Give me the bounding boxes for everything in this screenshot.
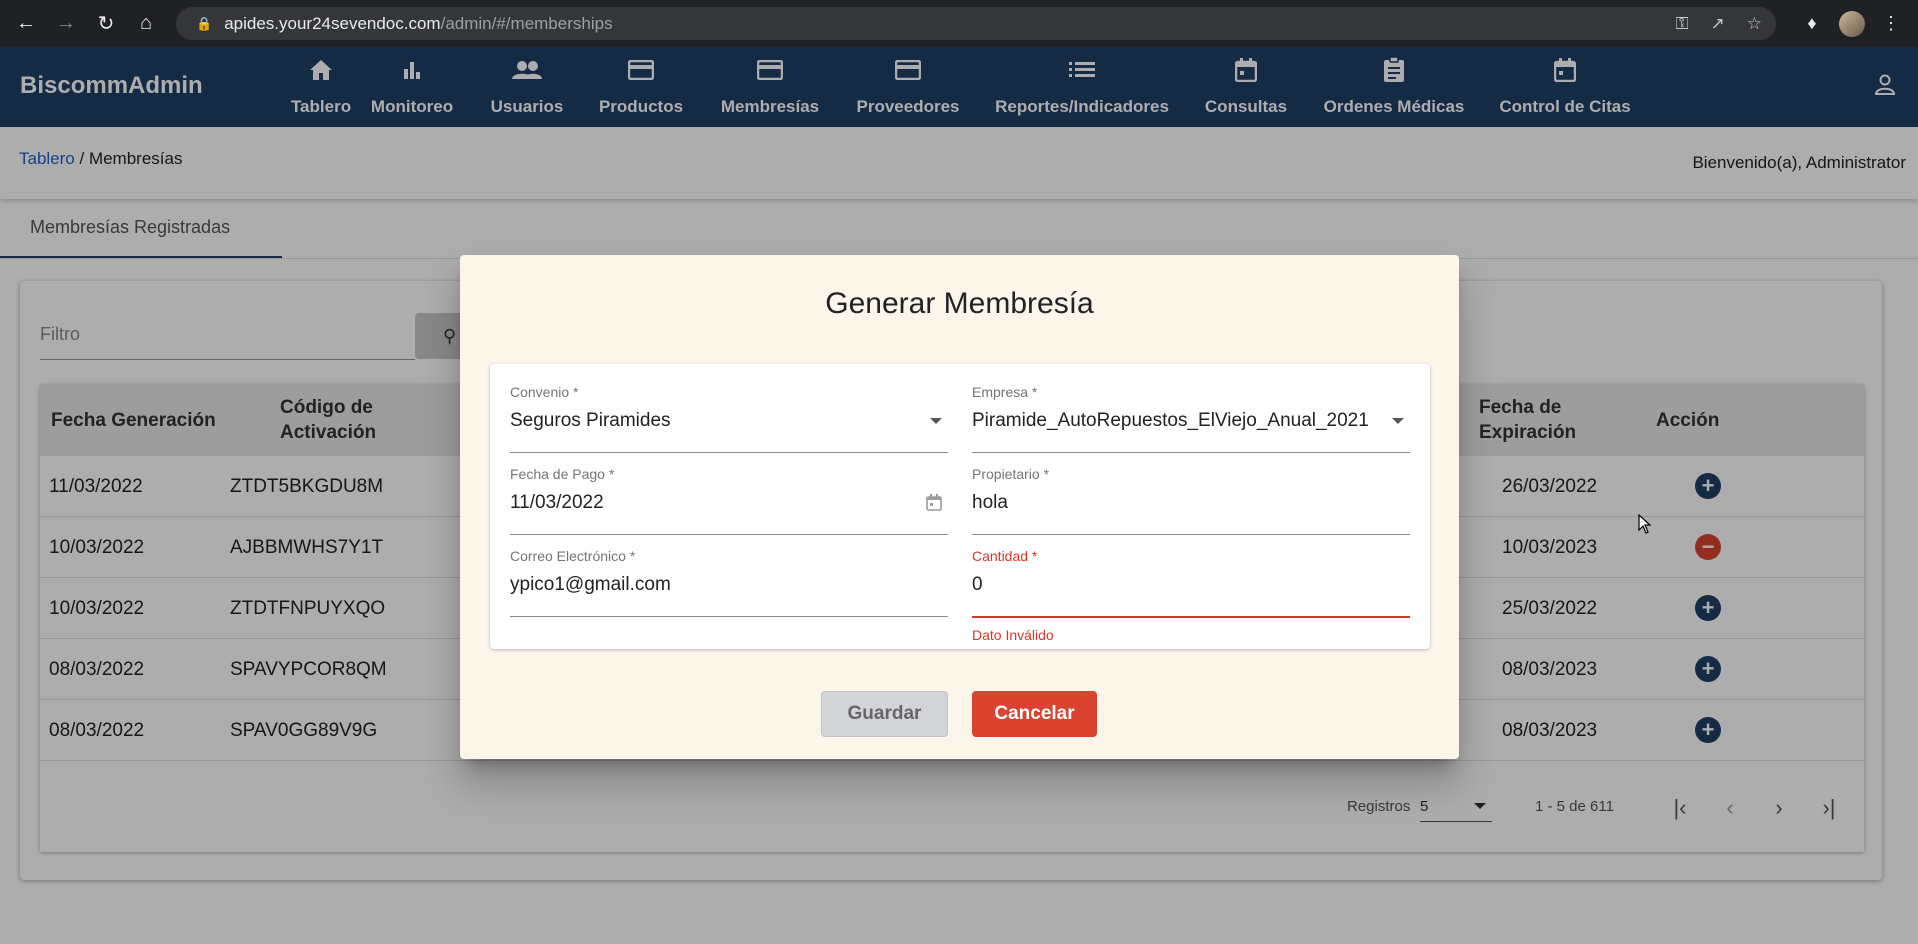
cancel-button[interactable]: Cancelar	[972, 691, 1097, 737]
empresa-label: Empresa *	[972, 384, 1038, 400]
extensions-icon[interactable]: ♦	[1796, 0, 1828, 47]
browser-menu-icon[interactable]: ⋮	[1876, 0, 1906, 47]
fecha-pago-label: Fecha de Pago *	[510, 466, 615, 482]
propietario-field[interactable]: Propietario * hola	[972, 466, 1410, 536]
browser-toolbar: ← → ↻ ⌂ 🔒 apides.your24sevendoc.com/admi…	[0, 0, 1918, 47]
url-actions: ⚿ ↗ ☆	[1676, 7, 1762, 40]
star-icon[interactable]: ☆	[1747, 14, 1762, 34]
cantidad-field[interactable]: Cantidad * 0 Dato Inválido	[972, 548, 1410, 643]
forward-icon[interactable]: →	[46, 0, 86, 47]
email-label: Correo Electrónico *	[510, 548, 636, 564]
mouse-cursor-icon	[1638, 513, 1652, 539]
save-button[interactable]: Guardar	[821, 691, 948, 737]
address-bar[interactable]: 🔒 apides.your24sevendoc.com/admin/#/memb…	[176, 7, 1776, 40]
propietario-value: hola	[972, 492, 1008, 513]
reload-icon[interactable]: ↻	[86, 0, 126, 47]
home-browser-icon[interactable]: ⌂	[126, 0, 166, 47]
profile-avatar[interactable]	[1836, 0, 1868, 47]
dialog-title: Generar Membresía	[825, 287, 1094, 320]
calendar-icon[interactable]	[926, 494, 942, 516]
fecha-pago-value: 11/03/2022	[510, 492, 604, 513]
email-field[interactable]: Correo Electrónico * ypico1@gmail.com	[510, 548, 948, 618]
chevron-down-icon	[930, 418, 942, 424]
empresa-value: Piramide_AutoRepuestos_ElViejo_Anual_202…	[972, 410, 1369, 431]
share-icon[interactable]: ↗	[1711, 14, 1725, 34]
cantidad-error: Dato Inválido	[972, 627, 1054, 643]
convenio-value: Seguros Piramides	[510, 410, 671, 431]
key-icon[interactable]: ⚿	[1676, 14, 1689, 34]
lock-icon: 🔒	[196, 15, 213, 31]
convenio-select[interactable]: Convenio * Seguros Piramides	[510, 384, 948, 454]
propietario-label: Propietario *	[972, 466, 1050, 482]
cantidad-value: 0	[972, 574, 983, 595]
fecha-pago-field[interactable]: Fecha de Pago * 11/03/2022	[510, 466, 948, 536]
email-value: ypico1@gmail.com	[510, 574, 671, 595]
chevron-down-icon	[1392, 418, 1404, 424]
cantidad-label: Cantidad *	[972, 548, 1038, 564]
url-path: /admin/#/memberships	[440, 13, 613, 33]
generate-membership-dialog: Generar Membresía Convenio * Seguros Pir…	[460, 255, 1459, 759]
empresa-select[interactable]: Empresa * Piramide_AutoRepuestos_ElViejo…	[972, 384, 1410, 454]
membership-form: Convenio * Seguros Piramides Empresa * P…	[490, 364, 1430, 649]
back-icon[interactable]: ←	[6, 0, 46, 47]
url-host: apides.your24sevendoc.com	[224, 13, 441, 33]
convenio-label: Convenio *	[510, 384, 579, 400]
